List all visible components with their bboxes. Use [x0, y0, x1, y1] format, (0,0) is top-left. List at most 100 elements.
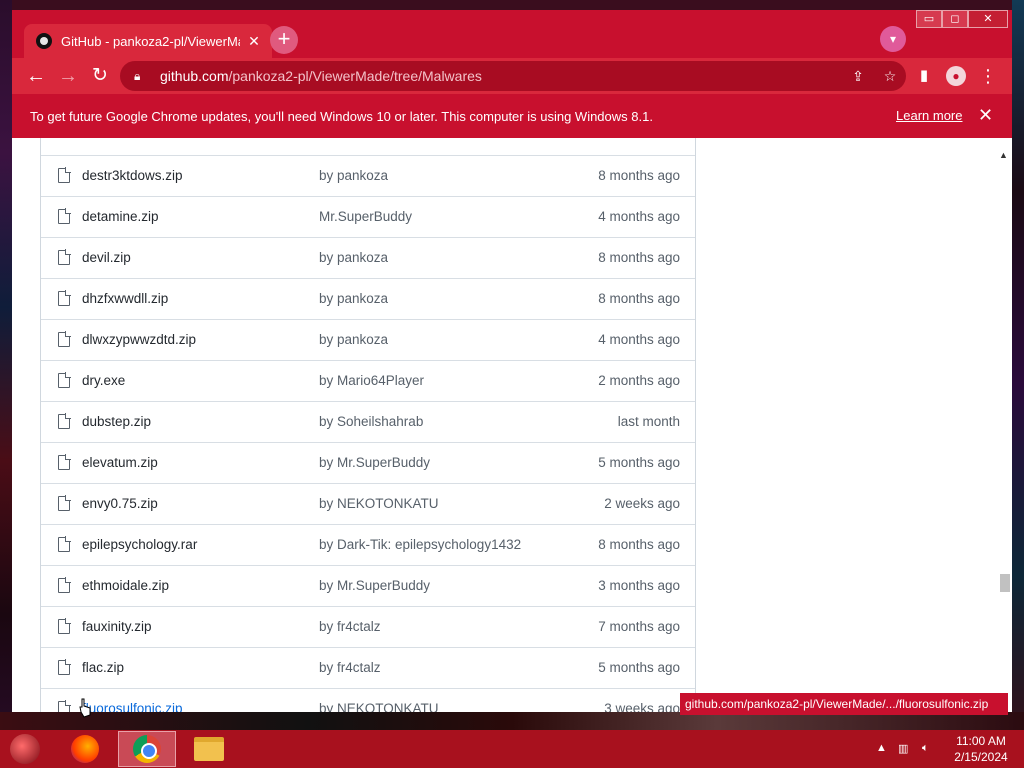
- file-row[interactable]: devil.zip by pankoza 8 months ago: [41, 237, 695, 278]
- scroll-up-icon[interactable]: ▲: [999, 150, 1008, 160]
- tab-title: GitHub - pankoza2-pl/ViewerMa: [61, 33, 240, 49]
- network-icon[interactable]: ▥: [898, 742, 908, 755]
- windows-taskbar: ▲ ▥ 🔈︎ 11:00 AM 2/15/2024: [0, 730, 1024, 768]
- file-icon: [58, 659, 71, 675]
- file-name-link[interactable]: ethmoidale.zip: [82, 578, 169, 593]
- file-row[interactable]: fluorosulfonic.zip by NEKOTONKATU 3 weeks …: [41, 688, 695, 712]
- file-row[interactable]: envy0.75.zip by NEKOTONKATU 2 weeks ago: [41, 483, 695, 524]
- menu-icon[interactable]: ⋮: [976, 64, 1000, 88]
- star-icon[interactable]: ☆: [879, 61, 901, 91]
- commit-message-link[interactable]: by Soheilshahrab: [319, 414, 423, 429]
- file-row[interactable]: elevatum.zip by Mr.SuperBuddy 5 months ago: [41, 442, 695, 483]
- commit-message-link[interactable]: by NEKOTONKATU: [319, 496, 439, 511]
- commit-age: last month: [617, 414, 680, 429]
- system-clock[interactable]: 11:00 AM 2/15/2024: [946, 733, 1016, 765]
- commit-message-link[interactable]: by Mr.SuperBuddy: [319, 455, 430, 470]
- file-row[interactable]: dlwxzypwwzdtd.zip by pankoza 4 months ago: [41, 319, 695, 360]
- page-content: destr3ktdows.zip by pankoza 8 months ago de…: [12, 138, 1000, 712]
- commit-age: 3 months ago: [598, 578, 680, 593]
- file-name-link[interactable]: elevatum.zip: [82, 455, 158, 470]
- file-name-link[interactable]: envy0.75.zip: [82, 496, 158, 511]
- commit-age: 2 weeks ago: [604, 496, 680, 511]
- file-row[interactable]: dry.exe by Mario64Player 2 months ago: [41, 360, 695, 401]
- file-row[interactable]: ethmoidale.zip by Mr.SuperBuddy 3 months a…: [41, 565, 695, 606]
- file-name-link[interactable]: epilepsychology.rar: [82, 537, 197, 552]
- file-icon: [58, 618, 71, 634]
- commit-message-link[interactable]: by pankoza: [319, 291, 388, 306]
- browser-tab[interactable]: GitHub - pankoza2-pl/ViewerMa ✕: [24, 24, 272, 58]
- file-icon: [58, 167, 71, 183]
- github-icon: [36, 33, 52, 49]
- file-name-link[interactable]: destr3ktdows.zip: [82, 168, 183, 183]
- taskbar-file-explorer[interactable]: [180, 731, 238, 767]
- file-row[interactable]: epilepsychology.rar by Dark-Tik: epilepsy…: [41, 524, 695, 565]
- commit-message-link[interactable]: by pankoza: [319, 250, 388, 265]
- file-name-link[interactable]: dubstep.zip: [82, 414, 151, 429]
- scrollbar-thumb[interactable]: [1000, 574, 1010, 592]
- commit-message-link[interactable]: by Mr.SuperBuddy: [319, 578, 430, 593]
- file-list: destr3ktdows.zip by pankoza 8 months ago de…: [40, 138, 696, 712]
- file-name-link[interactable]: dry.exe: [82, 373, 125, 388]
- minimize-button[interactable]: ▭: [916, 10, 942, 28]
- tray-overflow-icon[interactable]: ▲: [876, 742, 887, 754]
- desktop-wallpaper-right: [1012, 0, 1024, 768]
- commit-message-link[interactable]: Mr.SuperBuddy: [319, 209, 412, 224]
- file-icon: [58, 536, 71, 552]
- file-name-link[interactable]: dhzfxwwdll.zip: [82, 291, 168, 306]
- file-icon: [58, 372, 71, 388]
- file-name-link[interactable]: flac.zip: [82, 660, 124, 675]
- commit-age: 5 months ago: [598, 660, 680, 675]
- tab-search-chevron-icon[interactable]: ▾: [880, 26, 906, 52]
- back-icon[interactable]: ←: [24, 64, 48, 88]
- commit-age: 4 months ago: [598, 332, 680, 347]
- infobar-close-icon[interactable]: ✕: [978, 105, 993, 126]
- forward-icon[interactable]: →: [56, 64, 80, 88]
- file-icon: [58, 495, 71, 511]
- maximize-button[interactable]: ◻: [942, 10, 968, 28]
- profile-icon[interactable]: ●: [944, 64, 968, 88]
- vertical-scrollbar[interactable]: ▲: [996, 138, 1012, 712]
- side-panel-icon[interactable]: ▮: [912, 64, 936, 88]
- commit-message-link[interactable]: by Mario64Player: [319, 373, 424, 388]
- commit-age: 3 weeks ago: [604, 701, 680, 712]
- file-name-link[interactable]: devil.zip: [82, 250, 131, 265]
- mouse-cursor-icon: [79, 698, 91, 718]
- commit-age: 7 months ago: [598, 619, 680, 634]
- commit-age: 8 months ago: [598, 168, 680, 183]
- file-row[interactable]: dubstep.zip by Soheilshahrab last month: [41, 401, 695, 442]
- commit-message-link[interactable]: by NEKOTONKATU: [319, 701, 439, 712]
- commit-message-link[interactable]: by pankoza: [319, 168, 388, 183]
- file-row[interactable]: detamine.zip Mr.SuperBuddy 4 months ago: [41, 196, 695, 237]
- address-bar[interactable]: 🔒︎ github.com/pankoza2-pl/ViewerMade/tre…: [120, 61, 906, 91]
- clock-date: 2/15/2024: [954, 750, 1008, 764]
- reload-icon[interactable]: ↻: [88, 64, 112, 88]
- new-tab-button[interactable]: +: [270, 26, 298, 54]
- file-row[interactable]: fauxinity.zip by fr4ctalz 7 months ago: [41, 606, 695, 647]
- taskbar-chrome[interactable]: [118, 731, 176, 767]
- commit-message-link[interactable]: by Dark-Tik: epilepsychology1432: [319, 537, 521, 552]
- file-icon: [58, 413, 71, 429]
- chrome-window: GitHub - pankoza2-pl/ViewerMa ✕ + ▾ ▭ ◻ …: [12, 10, 1012, 712]
- file-row[interactable]: flac.zip by fr4ctalz 5 months ago: [41, 647, 695, 688]
- taskbar-firefox[interactable]: [56, 731, 114, 767]
- share-icon[interactable]: ⇪: [847, 61, 869, 91]
- file-row[interactable]: dhzfxwwdll.zip by pankoza 8 months ago: [41, 278, 695, 319]
- desktop-wallpaper-top: [0, 0, 1024, 10]
- file-name-link[interactable]: detamine.zip: [82, 209, 159, 224]
- learn-more-link[interactable]: Learn more: [896, 108, 962, 123]
- close-window-button[interactable]: ✕: [968, 10, 1008, 28]
- volume-muted-icon[interactable]: 🔈︎: [922, 742, 929, 755]
- file-row[interactable]: destr3ktdows.zip by pankoza 8 months ago: [41, 155, 695, 196]
- commit-message-link[interactable]: by pankoza: [319, 332, 388, 347]
- start-button[interactable]: [10, 734, 40, 764]
- commit-message-link[interactable]: by fr4ctalz: [319, 660, 381, 675]
- file-name-link[interactable]: fauxinity.zip: [82, 619, 152, 634]
- tab-close-icon[interactable]: ✕: [246, 33, 262, 50]
- lock-icon[interactable]: 🔒︎: [134, 69, 148, 84]
- commit-message-link[interactable]: by fr4ctalz: [319, 619, 381, 634]
- commit-age: 8 months ago: [598, 250, 680, 265]
- commit-age: 8 months ago: [598, 291, 680, 306]
- file-row-partial: [41, 138, 695, 155]
- file-name-link[interactable]: dlwxzypwwzdtd.zip: [82, 332, 196, 347]
- file-name-link[interactable]: fluorosulfonic.zip: [82, 701, 183, 712]
